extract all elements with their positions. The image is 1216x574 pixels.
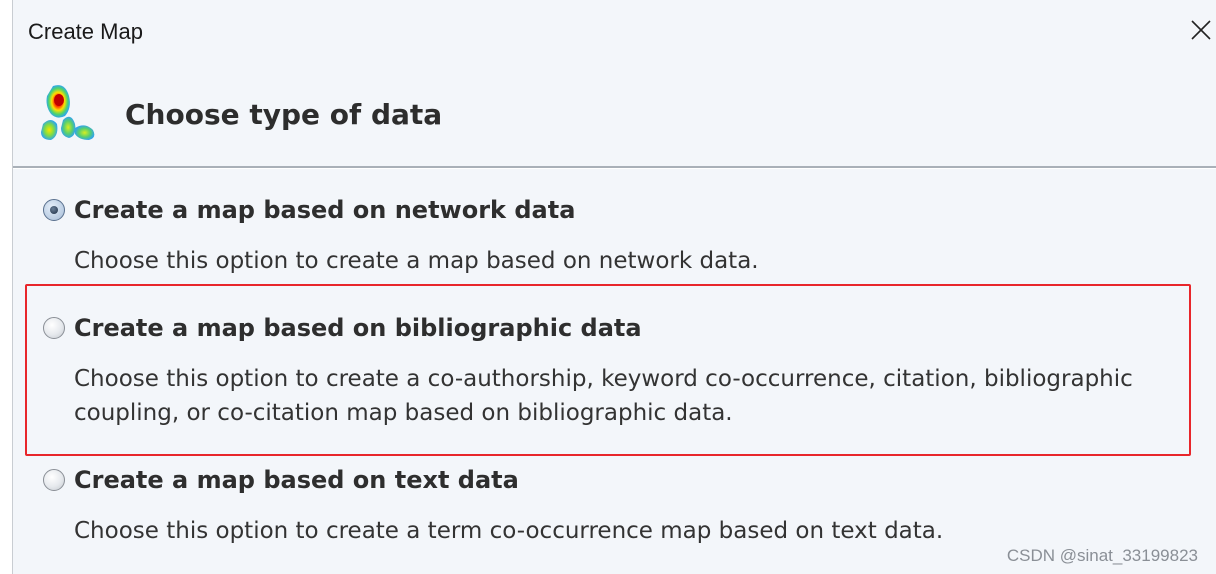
radio-selected-dot xyxy=(50,206,58,214)
page-title: Choose type of data xyxy=(125,98,443,131)
radio-network-data[interactable] xyxy=(43,199,65,221)
close-icon xyxy=(1191,20,1211,40)
radio-text-data[interactable] xyxy=(43,469,65,491)
vosviewer-heatmap-logo-icon xyxy=(41,85,95,140)
wizard-header: Choose type of data xyxy=(13,62,1216,166)
watermark: CSDN @sinat_33199823 xyxy=(1006,546,1198,565)
option-bibliographic-label[interactable]: Create a map based on bibliographic data xyxy=(74,314,642,342)
header-divider xyxy=(13,166,1216,169)
option-text-description: Choose this option to create a term co-o… xyxy=(74,518,944,544)
close-button[interactable] xyxy=(1181,12,1216,50)
window-title: Create Map xyxy=(28,19,143,44)
create-map-dialog: Create Map Choose type of data Create a … xyxy=(12,0,1216,574)
option-text-label[interactable]: Create a map based on text data xyxy=(74,466,519,494)
title-bar: Create Map xyxy=(13,0,1216,62)
option-network-label[interactable]: Create a map based on network data xyxy=(74,196,575,224)
radio-bibliographic-data[interactable] xyxy=(43,317,65,339)
option-network-description: Choose this option to create a map based… xyxy=(74,248,759,274)
option-bibliographic-description: Choose this option to create a co-author… xyxy=(74,366,1133,426)
